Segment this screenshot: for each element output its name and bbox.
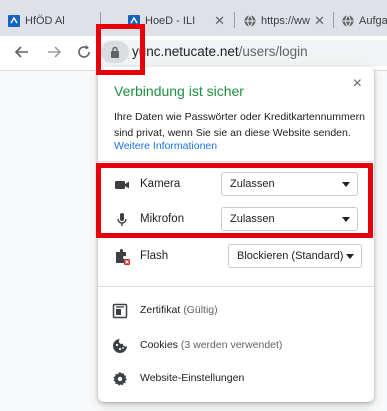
camera-icon: [115, 181, 129, 189]
reload-icon[interactable]: [74, 42, 94, 62]
lock-icon: [111, 46, 119, 58]
tab-title: HfÖD Al: [25, 15, 65, 27]
cookies-count: (3 werden verwendet): [180, 339, 283, 351]
certificate-status: (Gültig): [183, 304, 218, 316]
chevron-down-icon: [342, 217, 350, 222]
divider: [98, 286, 374, 287]
gear-icon: [113, 371, 127, 386]
permission-label: Mikrofon: [140, 213, 185, 225]
blue-square-icon: [8, 15, 20, 27]
tab-divider: [234, 12, 235, 28]
menu-item-label: Cookies (3 werden verwendet): [140, 339, 282, 351]
permission-row-camera: Kamera Zulassen: [98, 172, 374, 198]
camera-permission-select[interactable]: Zulassen: [221, 172, 358, 196]
url-text[interactable]: yunc.netucate.net/users/login: [132, 44, 308, 59]
flash-permission-select[interactable]: Blockieren (Standard): [228, 244, 362, 268]
flash-puzzle-icon: [116, 249, 130, 265]
permission-row-flash: Flash Blockieren (Standard): [98, 244, 374, 270]
tab-title: HoeD - ILI: [145, 15, 196, 27]
url-domain: nc.netucate.net: [146, 44, 239, 59]
select-value: Zulassen: [230, 178, 275, 190]
menu-item-certificate[interactable]: Zertifikat (Gültig): [98, 298, 374, 324]
permission-row-microphone: Mikrofon Zulassen: [98, 207, 374, 233]
blue-square-icon: [128, 15, 140, 27]
more-info-link[interactable]: Weitere Informationen: [114, 140, 217, 152]
close-tab-icon[interactable]: ✕: [214, 13, 225, 29]
tab-hoed[interactable]: HoeD - ILI ✕: [120, 6, 232, 36]
tab-hfod[interactable]: HfÖD Al: [0, 6, 100, 36]
certificate-icon: [112, 303, 128, 319]
cookies-label: Cookies: [140, 339, 178, 351]
divider: [98, 161, 374, 162]
select-value: Blockieren (Standard): [237, 250, 344, 262]
microphone-permission-select[interactable]: Zulassen: [221, 207, 358, 231]
chrome-world-icon: [342, 15, 354, 27]
tab-title: Aufgab: [359, 15, 387, 27]
site-info-popup: Verbindung ist sicher × Ihre Daten wie P…: [98, 67, 374, 402]
select-value: Zulassen: [230, 213, 275, 225]
forward-arrow-icon[interactable]: [44, 42, 64, 62]
certificate-label: Zertifikat: [140, 304, 181, 316]
menu-item-label: Website-Einstellungen: [140, 372, 245, 384]
cookie-icon: [113, 339, 127, 353]
url-path: /users/login: [238, 44, 308, 59]
menu-item-cookies[interactable]: Cookies (3 werden verwendet): [98, 333, 374, 359]
back-arrow-icon[interactable]: [12, 42, 32, 62]
popup-title: Verbindung ist sicher: [114, 83, 244, 99]
chevron-down-icon: [346, 254, 354, 259]
tab-strip: HfÖD Al HoeD - ILI ✕ https://ww ✕ Aufgab: [0, 0, 387, 36]
url-host: yu: [132, 44, 147, 59]
chevron-down-icon: [342, 182, 350, 187]
close-icon[interactable]: ×: [353, 75, 362, 93]
popup-description: Ihre Daten wie Passwörter oder Kreditkar…: [114, 111, 365, 139]
tab-divider: [100, 12, 101, 28]
tab-aufgabe[interactable]: Aufgab: [334, 6, 387, 36]
microphone-icon: [117, 213, 127, 226]
close-tab-icon[interactable]: ✕: [314, 13, 325, 29]
permission-label: Flash: [140, 250, 169, 262]
site-info-button[interactable]: [101, 41, 129, 63]
tab-https[interactable]: https://ww ✕: [236, 6, 332, 36]
tab-title: https://ww: [261, 15, 310, 27]
permission-label: Kamera: [140, 178, 181, 190]
menu-item-site-settings[interactable]: Website-Einstellungen: [98, 366, 374, 392]
chrome-world-icon: [244, 15, 256, 27]
menu-item-label: Zertifikat (Gültig): [140, 304, 218, 316]
